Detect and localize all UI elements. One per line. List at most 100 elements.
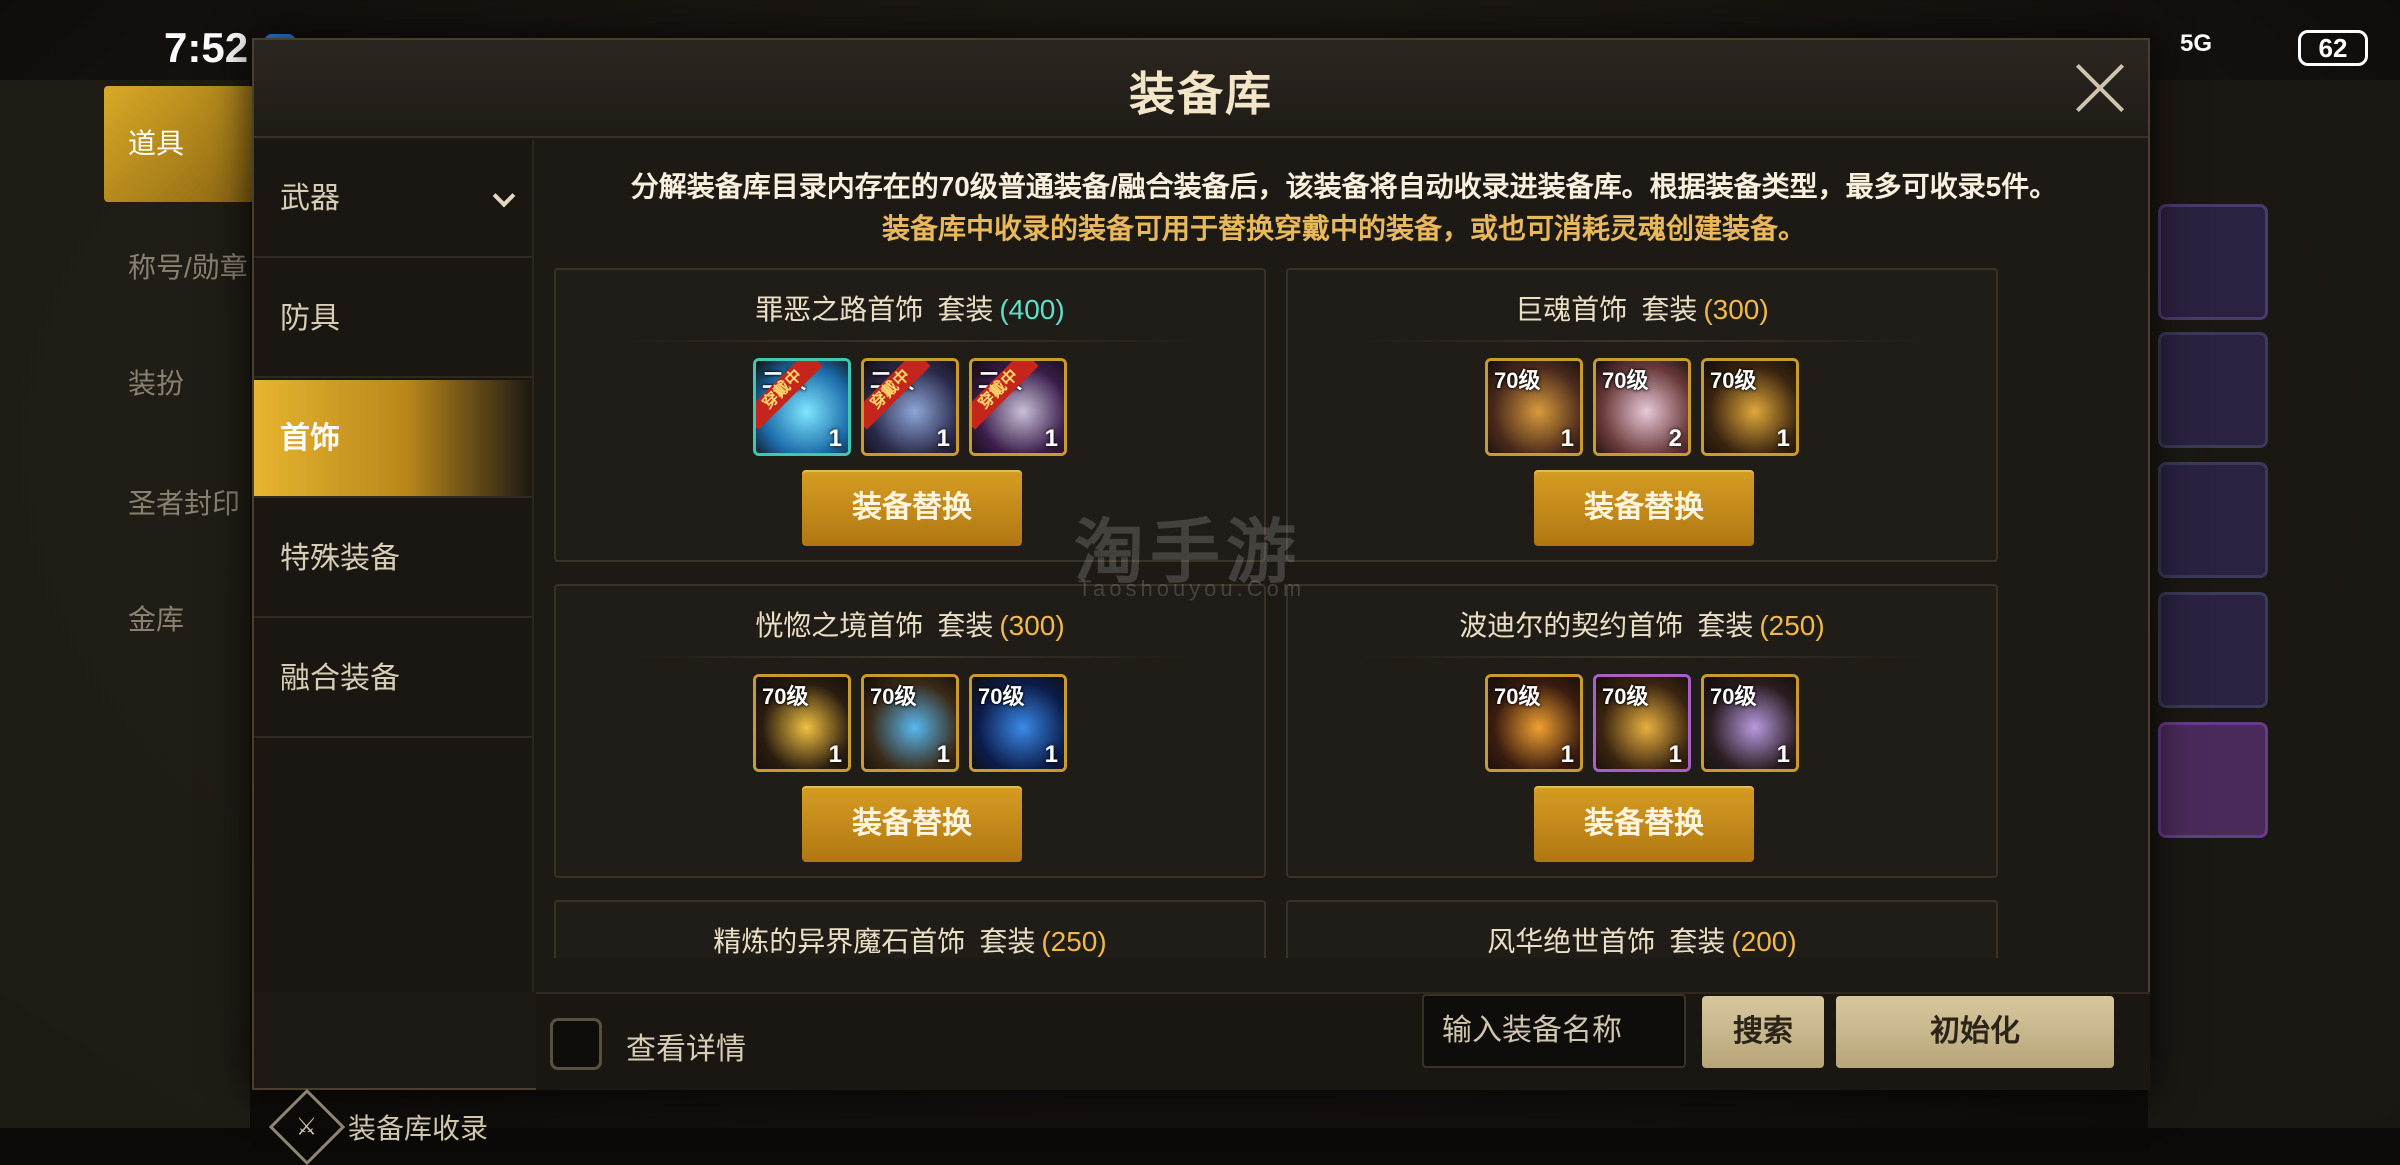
equipment-search-input[interactable]: [1422, 994, 1686, 1068]
equipment-item-slot[interactable]: 二级穿戴中1: [969, 358, 1067, 456]
set-name: 恍惚之境首饰: [755, 610, 924, 641]
equipment-item-slot[interactable]: 70级 1: [969, 674, 1067, 772]
equipment-item-slot[interactable]: 二级穿戴中1: [861, 358, 959, 456]
item-quantity: 1: [1044, 425, 1058, 452]
item-quantity: 2: [1668, 425, 1682, 452]
sidebar-item-special[interactable]: 特殊装备: [254, 500, 534, 618]
background-menu-item: 金库: [128, 604, 185, 635]
item-level: 70级: [1494, 684, 1541, 709]
battery-indicator: 62: [2298, 30, 2368, 66]
equipment-item-slot[interactable]: 70级 1: [1485, 674, 1583, 772]
item-level: 70级: [1602, 368, 1649, 393]
equipment-item-slot[interactable]: 70级 1: [1701, 358, 1799, 456]
set-card-grid[interactable]: 罪恶之路首饰套装(400)二级穿戴中1二级穿戴中1二级穿戴中1装备替换巨魂首饰套…: [554, 268, 2134, 958]
set-suffix: 套装: [979, 926, 1036, 957]
search-button[interactable]: 搜索: [1702, 996, 1824, 1068]
set-name: 巨魂首饰: [1515, 294, 1628, 325]
item-level: 70级: [1710, 368, 1757, 393]
set-item-row: 二级穿戴中1二级穿戴中1二级穿戴中1: [556, 358, 1264, 456]
item-quantity: 1: [936, 425, 950, 452]
background-inventory-tile: [2158, 722, 2268, 838]
sidebar-item-label: 防具: [280, 302, 340, 335]
sidebar-item-fusion[interactable]: 融合装备: [254, 620, 534, 738]
divider: [1358, 340, 1930, 342]
item-level: 70级: [978, 684, 1025, 709]
sidebar-item-armor[interactable]: 防具: [254, 260, 534, 378]
sidebar-item-label: 武器: [280, 182, 340, 215]
set-card-title: 罪恶之路首饰 套装 (400): [556, 288, 1264, 328]
set-count: (250): [1041, 926, 1107, 957]
notice-line-1: 分解装备库目录内存在的70级普通装备/融合装备后，该装备将自动收录进装备库。根据…: [630, 171, 2058, 202]
set-item-row: 70级 1 70级 1 70级 1: [556, 674, 1264, 772]
item-quantity: 1: [1044, 741, 1058, 768]
equipment-item-slot[interactable]: 70级 1: [1593, 674, 1691, 772]
sidebar-item-weapon[interactable]: 武器: [254, 140, 534, 258]
set-card: 精炼的异界魔石首饰套装(250)装备替换: [554, 900, 1266, 958]
equip-swap-button[interactable]: 装备替换: [802, 470, 1022, 546]
set-item-row: 70级 1 70级 2 70级 1: [1288, 358, 1996, 456]
watermark-subtext: Taoshouyou.Com: [1078, 576, 1306, 601]
set-name: 罪恶之路首饰: [755, 294, 924, 325]
set-count: (250): [1759, 610, 1825, 641]
item-level: 70级: [1602, 684, 1649, 709]
close-button[interactable]: [2072, 60, 2128, 116]
chevron-down-icon: [492, 184, 516, 208]
background-menu-item: 圣者封印: [128, 488, 241, 519]
item-quantity: 1: [1560, 741, 1574, 768]
equip-swap-button[interactable]: 装备替换: [1534, 470, 1754, 546]
background-inventory-tile: [2158, 462, 2268, 578]
equipment-item-slot[interactable]: 70级 1: [861, 674, 959, 772]
set-count: (200): [1731, 926, 1797, 957]
set-count: (400): [999, 294, 1065, 325]
set-count: (300): [1703, 294, 1769, 325]
item-quantity: 1: [1776, 425, 1790, 452]
category-sidebar: 武器 防具 首饰 特殊装备 融合装备 ⚔ 装备库收录: [254, 140, 534, 1165]
set-card-title: 巨魂首饰 套装 (300): [1288, 288, 1996, 328]
item-quantity: 1: [828, 425, 842, 452]
set-suffix: 套装: [1697, 610, 1754, 641]
equip-swap-button[interactable]: 装备替换: [1534, 786, 1754, 862]
vault-collect-link[interactable]: ⚔ 装备库收录: [268, 1088, 488, 1165]
set-card: 恍惚之境首饰 套装 (300) 70级 1 70级 1 70级 1 装备替换: [554, 584, 1266, 878]
divider: [626, 656, 1198, 658]
divider: [626, 340, 1198, 342]
set-suffix: 套装: [937, 610, 994, 641]
item-quantity: 1: [936, 741, 950, 768]
sidebar-item-label: 首饰: [280, 422, 340, 455]
details-label: 查看详情: [626, 1033, 746, 1066]
dialog-header: 装备库: [254, 40, 2148, 138]
background-menu-item: 称号/勋章: [128, 252, 248, 283]
item-quantity: 1: [1776, 741, 1790, 768]
equipment-item-slot[interactable]: 70级 2: [1593, 358, 1691, 456]
background-inventory-tile: [2158, 204, 2268, 320]
set-suffix: 套装: [1641, 294, 1698, 325]
crossed-swords-icon: ⚔: [268, 1088, 346, 1165]
notice-line-2: 装备库中收录的装备可用于替换穿戴中的装备，或也可消耗灵魂创建装备。: [881, 213, 1806, 244]
equipment-item-slot[interactable]: 70级 1: [1485, 358, 1583, 456]
divider: [1358, 656, 1930, 658]
item-level: 70级: [1710, 684, 1757, 709]
item-level: 70级: [762, 684, 809, 709]
equipment-item-slot[interactable]: 70级 1: [1701, 674, 1799, 772]
reset-button[interactable]: 初始化: [1836, 996, 2114, 1068]
sidebar-item-accessory[interactable]: 首饰: [254, 380, 534, 498]
item-quantity: 1: [828, 741, 842, 768]
background-inventory-tile: [2158, 332, 2268, 448]
set-item-row: 70级 1 70级 1 70级 1: [1288, 674, 1996, 772]
set-card: 波迪尔的契约首饰 套装 (250) 70级 1 70级 1 70级 1 装备替换: [1286, 584, 1998, 878]
set-name: 波迪尔的契约首饰: [1459, 610, 1684, 641]
set-count: (300): [999, 610, 1065, 641]
network-signal: 5G: [2180, 30, 2213, 57]
equip-swap-button[interactable]: 装备替换: [802, 786, 1022, 862]
status-time: 7:52: [164, 24, 249, 71]
details-checkbox[interactable]: [550, 1018, 602, 1070]
sidebar-item-label: 融合装备: [280, 662, 400, 695]
background-left-menu: [0, 80, 250, 1128]
item-level: 70级: [870, 684, 917, 709]
equipment-item-slot[interactable]: 70级 1: [753, 674, 851, 772]
set-suffix: 套装: [937, 294, 994, 325]
item-quantity: 1: [1560, 425, 1574, 452]
set-card-title: 波迪尔的契约首饰 套装 (250): [1288, 604, 1996, 644]
set-card-title: 恍惚之境首饰 套装 (300): [556, 604, 1264, 644]
equipment-item-slot[interactable]: 二级穿戴中1: [753, 358, 851, 456]
